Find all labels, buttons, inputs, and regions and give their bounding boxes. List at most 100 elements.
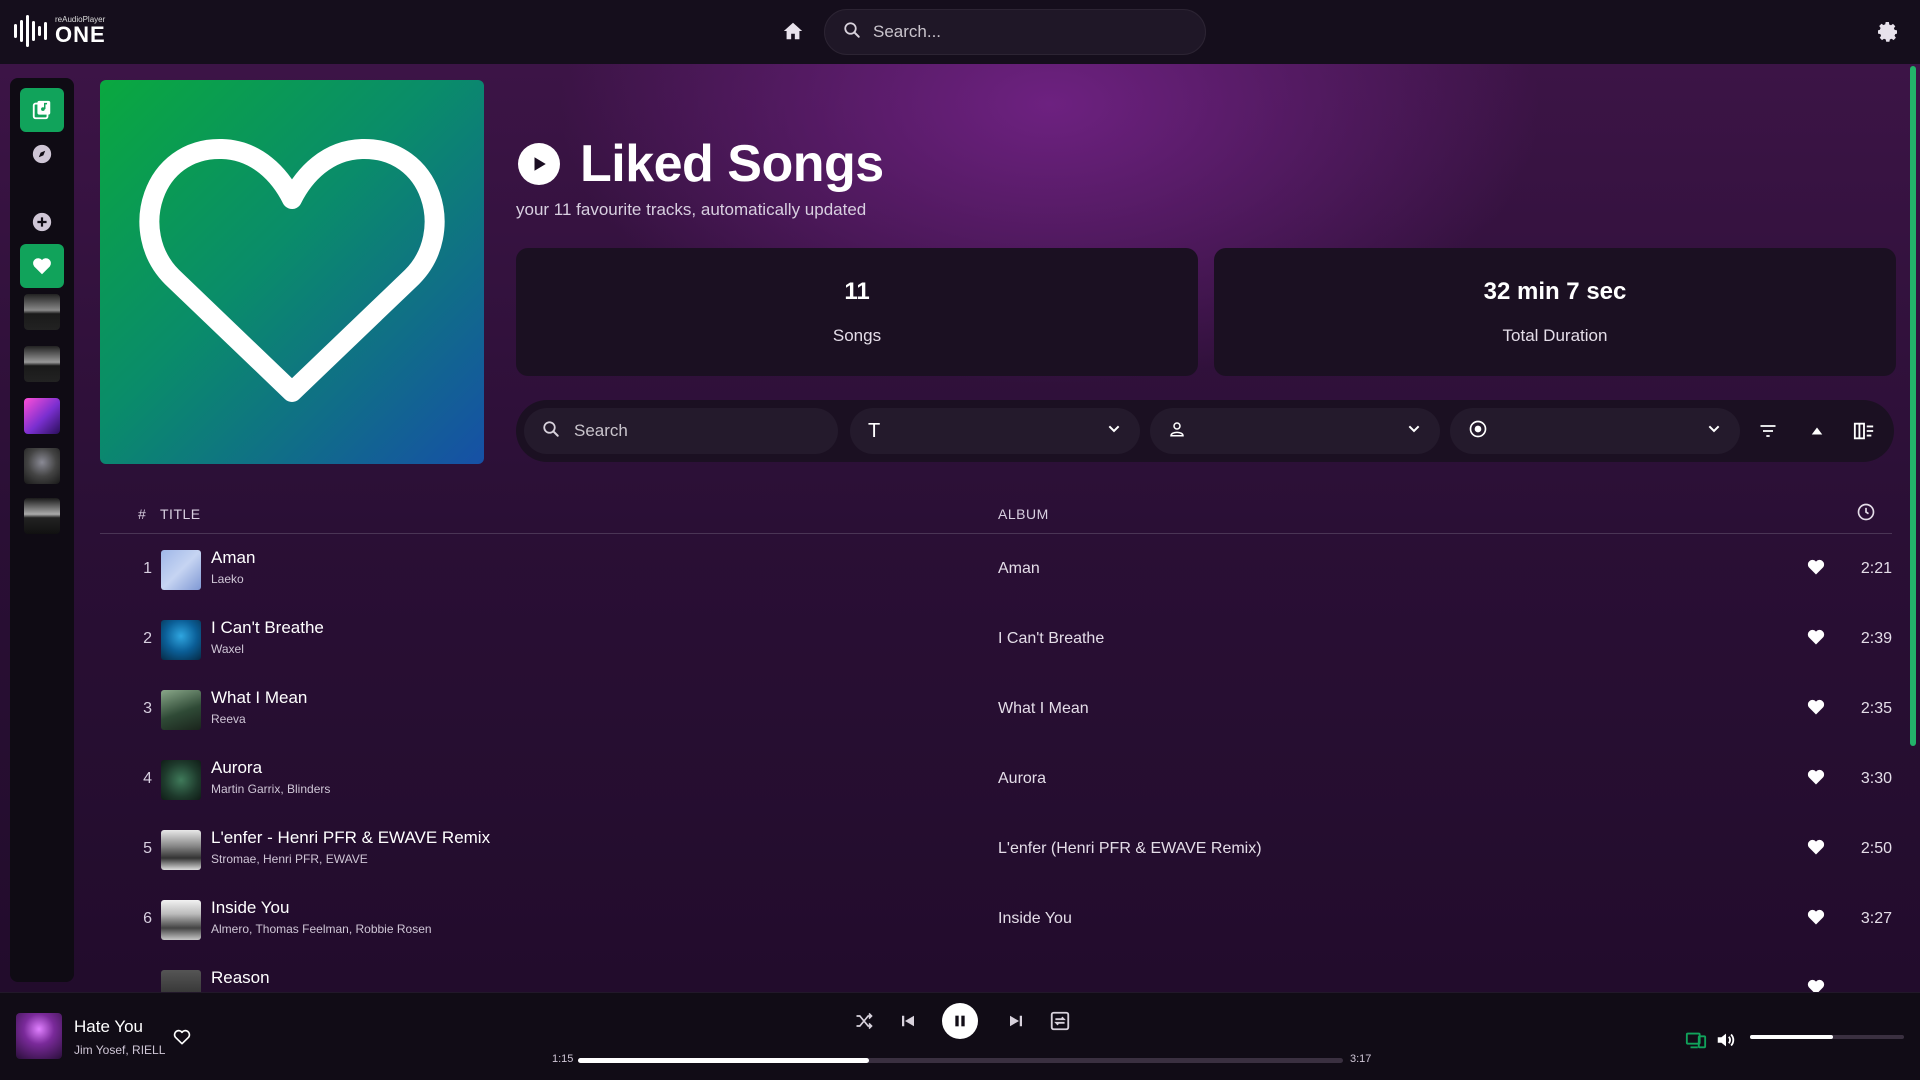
- track-number: 3: [143, 700, 152, 717]
- progress-bar[interactable]: [578, 1058, 1343, 1063]
- add-playlist-icon[interactable]: [20, 200, 64, 244]
- app-logo[interactable]: reAudioPlayer ONE: [14, 14, 106, 48]
- repeat-icon[interactable]: [1047, 1008, 1073, 1034]
- heart-icon[interactable]: [1806, 557, 1828, 579]
- search-icon: [843, 21, 861, 44]
- column-album[interactable]: ALBUM: [998, 506, 1049, 522]
- track-thumbnail: [161, 830, 201, 870]
- track-album[interactable]: I Can't Breathe: [998, 630, 1104, 648]
- library-icon[interactable]: [20, 88, 64, 132]
- column-title[interactable]: TITLE: [160, 506, 201, 522]
- track-search[interactable]: [524, 408, 838, 454]
- progress-fill: [578, 1058, 869, 1063]
- heart-icon[interactable]: [1806, 837, 1828, 859]
- now-playing-artist[interactable]: Jim Yosef, RIELL: [74, 1043, 165, 1057]
- total-duration: 32 min 7 sec: [1483, 278, 1627, 305]
- heart-icon[interactable]: [1806, 977, 1828, 992]
- scrollbar[interactable]: [1910, 66, 1916, 746]
- filter-bar: T: [516, 400, 1894, 462]
- volume-slider[interactable]: [1750, 1035, 1904, 1039]
- playlist-thumbnail[interactable]: [24, 294, 60, 330]
- search-icon: [542, 420, 560, 443]
- volume-fill: [1750, 1035, 1834, 1039]
- track-artist[interactable]: Almero, Thomas Feelman, Robbie Rosen: [211, 922, 432, 936]
- previous-icon[interactable]: [895, 1008, 921, 1034]
- table-row[interactable]: 5 L'enfer - Henri PFR & EWAVE Remix Stro…: [100, 814, 1892, 884]
- gear-icon[interactable]: [1876, 20, 1900, 44]
- track-artist[interactable]: Laeko: [211, 572, 244, 586]
- track-duration: 3:30: [1860, 770, 1892, 787]
- heart-icon[interactable]: [1806, 907, 1828, 929]
- track-album[interactable]: L'enfer (Henri PFR & EWAVE Remix): [998, 840, 1262, 858]
- play-icon[interactable]: [518, 143, 560, 185]
- sidebar: [10, 78, 74, 982]
- global-search-input[interactable]: [873, 22, 1173, 42]
- devices-icon[interactable]: [1683, 1027, 1709, 1053]
- page-title: Liked Songs: [580, 135, 884, 193]
- heart-outline-icon[interactable]: [172, 1027, 194, 1049]
- chevron-down-icon: [1406, 421, 1422, 442]
- volume-icon[interactable]: [1713, 1027, 1739, 1053]
- track-album[interactable]: Aman: [998, 560, 1040, 578]
- track-thumbnail: [161, 690, 201, 730]
- track-album[interactable]: Aurora: [998, 770, 1046, 788]
- track-number: 2: [143, 630, 152, 647]
- track-title: Inside You: [211, 898, 290, 917]
- heart-icon[interactable]: [1806, 767, 1828, 789]
- logo-big-text: ONE: [55, 22, 106, 47]
- track-title: I Can't Breathe: [211, 618, 324, 637]
- now-playing-thumbnail[interactable]: [16, 1013, 62, 1059]
- track-artist[interactable]: Reeva: [211, 712, 246, 726]
- songs-count: 11: [844, 278, 870, 305]
- table-row[interactable]: 2 I Can't Breathe Waxel I Can't Breathe …: [100, 604, 1892, 674]
- table-row[interactable]: 6 Inside You Almero, Thomas Feelman, Rob…: [100, 884, 1892, 954]
- heart-icon[interactable]: [1806, 697, 1828, 719]
- home-icon[interactable]: [782, 20, 804, 42]
- columns-icon[interactable]: [1852, 419, 1876, 443]
- sort-direction-icon[interactable]: [1805, 419, 1829, 443]
- track-thumbnail: [161, 900, 201, 940]
- track-title: What I Mean: [211, 688, 308, 707]
- track-artist[interactable]: Stromae, Henri PFR, EWAVE: [211, 852, 368, 866]
- playlist-thumbnail[interactable]: [24, 346, 60, 382]
- playlist-title-row: Liked Songs: [518, 134, 884, 194]
- pause-icon[interactable]: [942, 1003, 978, 1039]
- heart-icon[interactable]: [1806, 627, 1828, 649]
- next-icon[interactable]: [1003, 1008, 1029, 1034]
- track-artist[interactable]: Martin Garrix, Blinders: [211, 782, 330, 796]
- track-duration: 2:21: [1860, 560, 1892, 577]
- title-filter-glyph: T: [868, 419, 881, 442]
- track-number: 6: [143, 910, 152, 927]
- track-album[interactable]: Inside You: [998, 910, 1072, 928]
- title-filter-select[interactable]: T: [850, 408, 1140, 454]
- filter-icon[interactable]: [1756, 419, 1780, 443]
- table-row[interactable]: 3 What I Mean Reeva What I Mean 2:35: [100, 674, 1892, 744]
- total-time: 3:17: [1350, 1053, 1372, 1065]
- playlist-thumbnail[interactable]: [24, 448, 60, 484]
- album-filter-select[interactable]: [1450, 408, 1740, 454]
- playlist-thumbnail[interactable]: [24, 398, 60, 434]
- track-thumbnail: [161, 970, 201, 992]
- track-thumbnail: [161, 550, 201, 590]
- clock-icon[interactable]: [1856, 502, 1876, 525]
- track-album[interactable]: What I Mean: [998, 700, 1089, 718]
- table-row[interactable]: 1 Aman Laeko Aman 2:21: [100, 534, 1892, 604]
- cover-heart-icon: [139, 138, 445, 402]
- shuffle-icon[interactable]: [851, 1008, 877, 1034]
- chevron-down-icon: [1706, 421, 1722, 442]
- artist-filter-select[interactable]: [1150, 408, 1440, 454]
- playlist-thumbnail[interactable]: [24, 498, 60, 534]
- table-row[interactable]: Reason: [100, 954, 1892, 992]
- global-search[interactable]: [824, 9, 1206, 55]
- liked-songs-heart-icon[interactable]: [20, 244, 64, 288]
- table-row[interactable]: 4 Aurora Martin Garrix, Blinders Aurora …: [100, 744, 1892, 814]
- column-number: #: [138, 506, 147, 522]
- track-search-input[interactable]: [574, 421, 814, 441]
- playlist-cover: [100, 80, 484, 464]
- track-thumbnail: [161, 760, 201, 800]
- compass-icon[interactable]: [20, 132, 64, 176]
- now-playing-title[interactable]: Hate You: [74, 1017, 143, 1037]
- elapsed-time: 1:15: [552, 1053, 574, 1065]
- track-number: 4: [143, 770, 152, 787]
- track-artist[interactable]: Waxel: [211, 642, 244, 656]
